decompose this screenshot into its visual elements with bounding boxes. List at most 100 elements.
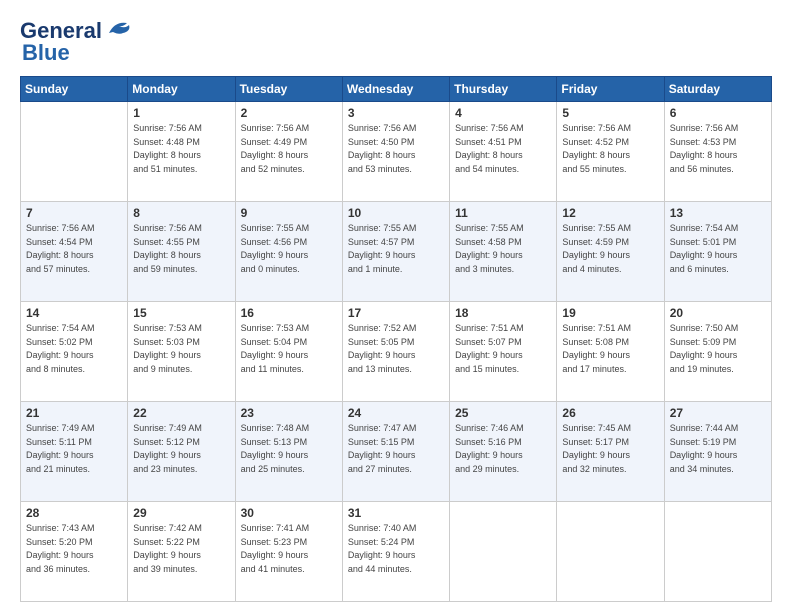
- calendar-table: SundayMondayTuesdayWednesdayThursdayFrid…: [20, 76, 772, 602]
- day-info: Sunrise: 7:54 AM Sunset: 5:01 PM Dayligh…: [670, 222, 766, 276]
- calendar-cell: 25 Sunrise: 7:46 AM Sunset: 5:16 PM Dayli…: [450, 402, 557, 502]
- calendar-cell: 19Sunrise: 7:51 AM Sunset: 5:08 PM Dayli…: [557, 302, 664, 402]
- weekday-header-monday: Monday: [128, 77, 235, 102]
- calendar-week-row: 21 Sunrise: 7:49 AM Sunset: 5:11 PM Dayli…: [21, 402, 772, 502]
- calendar-week-row: 1 Sunrise: 7:56 AM Sunset: 4:48 PM Daylig…: [21, 102, 772, 202]
- page: General Blue SundayMondayTuesdayWednesda…: [0, 0, 792, 612]
- day-info: Sunrise: 7:56 AM Sunset: 4:48 PM Dayligh…: [133, 122, 229, 176]
- day-number: 4: [455, 106, 551, 120]
- logo: General Blue: [20, 18, 133, 66]
- day-number: 20: [670, 306, 766, 320]
- weekday-header-sunday: Sunday: [21, 77, 128, 102]
- day-info: Sunrise: 7:56 AM Sunset: 4:51 PM Dayligh…: [455, 122, 551, 176]
- logo-blue: Blue: [22, 40, 70, 66]
- day-number: 8: [133, 206, 229, 220]
- day-info: Sunrise: 7:40 AM Sunset: 5:24 PM Dayligh…: [348, 522, 444, 576]
- day-info: Sunrise: 7:55 AM Sunset: 4:57 PM Dayligh…: [348, 222, 444, 276]
- day-number: 11: [455, 206, 551, 220]
- day-number: 21: [26, 406, 122, 420]
- day-number: 29: [133, 506, 229, 520]
- day-info: Sunrise: 7:51 AM Sunset: 5:07 PM Dayligh…: [455, 322, 551, 376]
- header: General Blue: [20, 18, 772, 66]
- weekday-header-wednesday: Wednesday: [342, 77, 449, 102]
- day-number: 7: [26, 206, 122, 220]
- calendar-cell: 16 Sunrise: 7:53 AM Sunset: 5:04 PM Dayli…: [235, 302, 342, 402]
- calendar-cell: 27 Sunrise: 7:44 AM Sunset: 5:19 PM Dayli…: [664, 402, 771, 502]
- calendar-cell: 17Sunrise: 7:52 AM Sunset: 5:05 PM Dayli…: [342, 302, 449, 402]
- day-number: 15: [133, 306, 229, 320]
- day-number: 14: [26, 306, 122, 320]
- day-info: Sunrise: 7:41 AM Sunset: 5:23 PM Dayligh…: [241, 522, 337, 576]
- calendar-cell: 18 Sunrise: 7:51 AM Sunset: 5:07 PM Dayli…: [450, 302, 557, 402]
- calendar-cell: 10 Sunrise: 7:55 AM Sunset: 4:57 PM Dayli…: [342, 202, 449, 302]
- day-info: Sunrise: 7:56 AM Sunset: 4:55 PM Dayligh…: [133, 222, 229, 276]
- day-number: 3: [348, 106, 444, 120]
- day-number: 31: [348, 506, 444, 520]
- day-number: 2: [241, 106, 337, 120]
- calendar-cell: 22 Sunrise: 7:49 AM Sunset: 5:12 PM Dayli…: [128, 402, 235, 502]
- day-number: 28: [26, 506, 122, 520]
- day-number: 1: [133, 106, 229, 120]
- day-info: Sunrise: 7:55 AM Sunset: 4:59 PM Dayligh…: [562, 222, 658, 276]
- calendar-cell: 21 Sunrise: 7:49 AM Sunset: 5:11 PM Dayli…: [21, 402, 128, 502]
- day-info: Sunrise: 7:46 AM Sunset: 5:16 PM Dayligh…: [455, 422, 551, 476]
- day-info: Sunrise: 7:48 AM Sunset: 5:13 PM Dayligh…: [241, 422, 337, 476]
- day-number: 24: [348, 406, 444, 420]
- day-number: 30: [241, 506, 337, 520]
- calendar-cell: [21, 102, 128, 202]
- day-number: 22: [133, 406, 229, 420]
- calendar-cell: 3 Sunrise: 7:56 AM Sunset: 4:50 PM Daylig…: [342, 102, 449, 202]
- day-info: Sunrise: 7:45 AM Sunset: 5:17 PM Dayligh…: [562, 422, 658, 476]
- calendar-cell: [450, 502, 557, 602]
- calendar-cell: 26 Sunrise: 7:45 AM Sunset: 5:17 PM Dayli…: [557, 402, 664, 502]
- day-info: Sunrise: 7:55 AM Sunset: 4:56 PM Dayligh…: [241, 222, 337, 276]
- calendar-cell: 12 Sunrise: 7:55 AM Sunset: 4:59 PM Dayli…: [557, 202, 664, 302]
- weekday-header-friday: Friday: [557, 77, 664, 102]
- day-info: Sunrise: 7:49 AM Sunset: 5:12 PM Dayligh…: [133, 422, 229, 476]
- calendar-cell: 4 Sunrise: 7:56 AM Sunset: 4:51 PM Daylig…: [450, 102, 557, 202]
- day-info: Sunrise: 7:53 AM Sunset: 5:04 PM Dayligh…: [241, 322, 337, 376]
- weekday-header-saturday: Saturday: [664, 77, 771, 102]
- day-number: 26: [562, 406, 658, 420]
- day-number: 18: [455, 306, 551, 320]
- day-info: Sunrise: 7:53 AM Sunset: 5:03 PM Dayligh…: [133, 322, 229, 376]
- day-number: 25: [455, 406, 551, 420]
- calendar-cell: 24 Sunrise: 7:47 AM Sunset: 5:15 PM Dayli…: [342, 402, 449, 502]
- day-number: 10: [348, 206, 444, 220]
- day-number: 6: [670, 106, 766, 120]
- day-info: Sunrise: 7:52 AM Sunset: 5:05 PM Dayligh…: [348, 322, 444, 376]
- calendar-cell: 1 Sunrise: 7:56 AM Sunset: 4:48 PM Daylig…: [128, 102, 235, 202]
- day-info: Sunrise: 7:44 AM Sunset: 5:19 PM Dayligh…: [670, 422, 766, 476]
- day-number: 12: [562, 206, 658, 220]
- calendar-week-row: 28Sunrise: 7:43 AM Sunset: 5:20 PM Dayli…: [21, 502, 772, 602]
- calendar-cell: 9 Sunrise: 7:55 AM Sunset: 4:56 PM Daylig…: [235, 202, 342, 302]
- calendar-cell: 31 Sunrise: 7:40 AM Sunset: 5:24 PM Dayli…: [342, 502, 449, 602]
- day-number: 5: [562, 106, 658, 120]
- calendar-cell: 29 Sunrise: 7:42 AM Sunset: 5:22 PM Dayli…: [128, 502, 235, 602]
- calendar-cell: 15 Sunrise: 7:53 AM Sunset: 5:03 PM Dayli…: [128, 302, 235, 402]
- calendar-cell: 13 Sunrise: 7:54 AM Sunset: 5:01 PM Dayli…: [664, 202, 771, 302]
- day-info: Sunrise: 7:49 AM Sunset: 5:11 PM Dayligh…: [26, 422, 122, 476]
- day-info: Sunrise: 7:56 AM Sunset: 4:53 PM Dayligh…: [670, 122, 766, 176]
- calendar-cell: [557, 502, 664, 602]
- day-number: 27: [670, 406, 766, 420]
- day-number: 16: [241, 306, 337, 320]
- day-info: Sunrise: 7:47 AM Sunset: 5:15 PM Dayligh…: [348, 422, 444, 476]
- calendar-cell: 6 Sunrise: 7:56 AM Sunset: 4:53 PM Daylig…: [664, 102, 771, 202]
- calendar-cell: 11 Sunrise: 7:55 AM Sunset: 4:58 PM Dayli…: [450, 202, 557, 302]
- calendar-cell: 8 Sunrise: 7:56 AM Sunset: 4:55 PM Daylig…: [128, 202, 235, 302]
- day-number: 23: [241, 406, 337, 420]
- day-info: Sunrise: 7:56 AM Sunset: 4:54 PM Dayligh…: [26, 222, 122, 276]
- day-info: Sunrise: 7:56 AM Sunset: 4:49 PM Dayligh…: [241, 122, 337, 176]
- weekday-header-tuesday: Tuesday: [235, 77, 342, 102]
- calendar-cell: 28Sunrise: 7:43 AM Sunset: 5:20 PM Dayli…: [21, 502, 128, 602]
- day-number: 9: [241, 206, 337, 220]
- day-info: Sunrise: 7:42 AM Sunset: 5:22 PM Dayligh…: [133, 522, 229, 576]
- day-number: 13: [670, 206, 766, 220]
- day-info: Sunrise: 7:50 AM Sunset: 5:09 PM Dayligh…: [670, 322, 766, 376]
- day-info: Sunrise: 7:56 AM Sunset: 4:50 PM Dayligh…: [348, 122, 444, 176]
- calendar-cell: 5Sunrise: 7:56 AM Sunset: 4:52 PM Daylig…: [557, 102, 664, 202]
- day-info: Sunrise: 7:55 AM Sunset: 4:58 PM Dayligh…: [455, 222, 551, 276]
- calendar-cell: [664, 502, 771, 602]
- day-info: Sunrise: 7:51 AM Sunset: 5:08 PM Dayligh…: [562, 322, 658, 376]
